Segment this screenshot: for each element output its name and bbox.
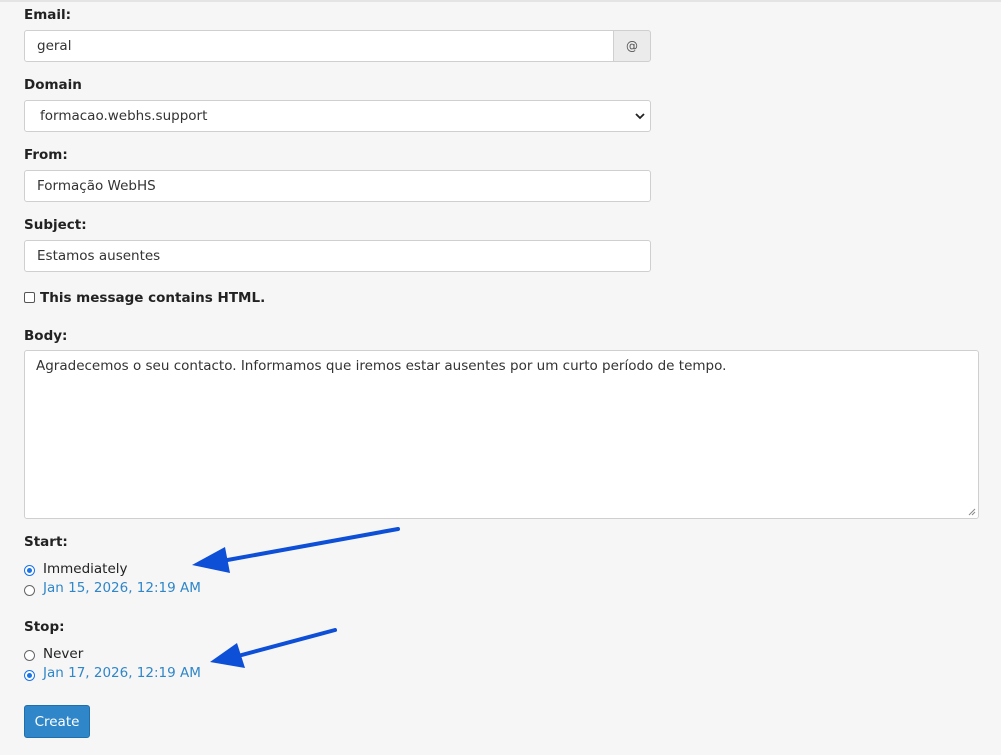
start-date-link[interactable]: Jan 15, 2026, 12:19 AM [43,580,201,596]
email-label: Email: [24,7,72,23]
body-text: Agradecemos o seu contacto. Informamos q… [36,358,727,374]
from-input[interactable]: Formação WebHS [24,170,651,202]
start-label: Start: [24,534,68,550]
create-button[interactable]: Create [24,705,90,738]
start-immediately-radio[interactable] [24,565,35,576]
start-immediately-label: Immediately [43,561,128,577]
start-date-radio[interactable] [24,585,35,596]
chevron-down-icon [635,113,645,120]
stop-date-radio[interactable] [24,670,35,681]
stop-never-radio[interactable] [24,650,35,661]
subject-input[interactable]: Estamos ausentes [24,240,651,272]
stop-label: Stop: [24,619,65,635]
stop-date-link[interactable]: Jan 17, 2026, 12:19 AM [43,665,201,681]
html-checkbox[interactable] [24,292,35,303]
domain-select[interactable]: formacao.webhs.support [24,100,651,132]
from-label: From: [24,147,68,163]
html-checkbox-label: This message contains HTML. [40,290,266,306]
resize-grip-icon[interactable] [968,508,976,516]
subject-label: Subject: [24,217,87,233]
top-divider [0,0,1001,2]
domain-select-value: formacao.webhs.support [40,108,208,124]
domain-label: Domain [24,77,82,93]
stop-arrow-icon [210,628,337,668]
start-arrow-icon [192,527,400,573]
body-label: Body: [24,328,68,344]
body-textarea[interactable]: Agradecemos o seu contacto. Informamos q… [24,350,979,519]
email-at-addon: @ [613,30,651,62]
email-input[interactable]: geral [24,30,614,62]
stop-never-label: Never [43,646,84,662]
